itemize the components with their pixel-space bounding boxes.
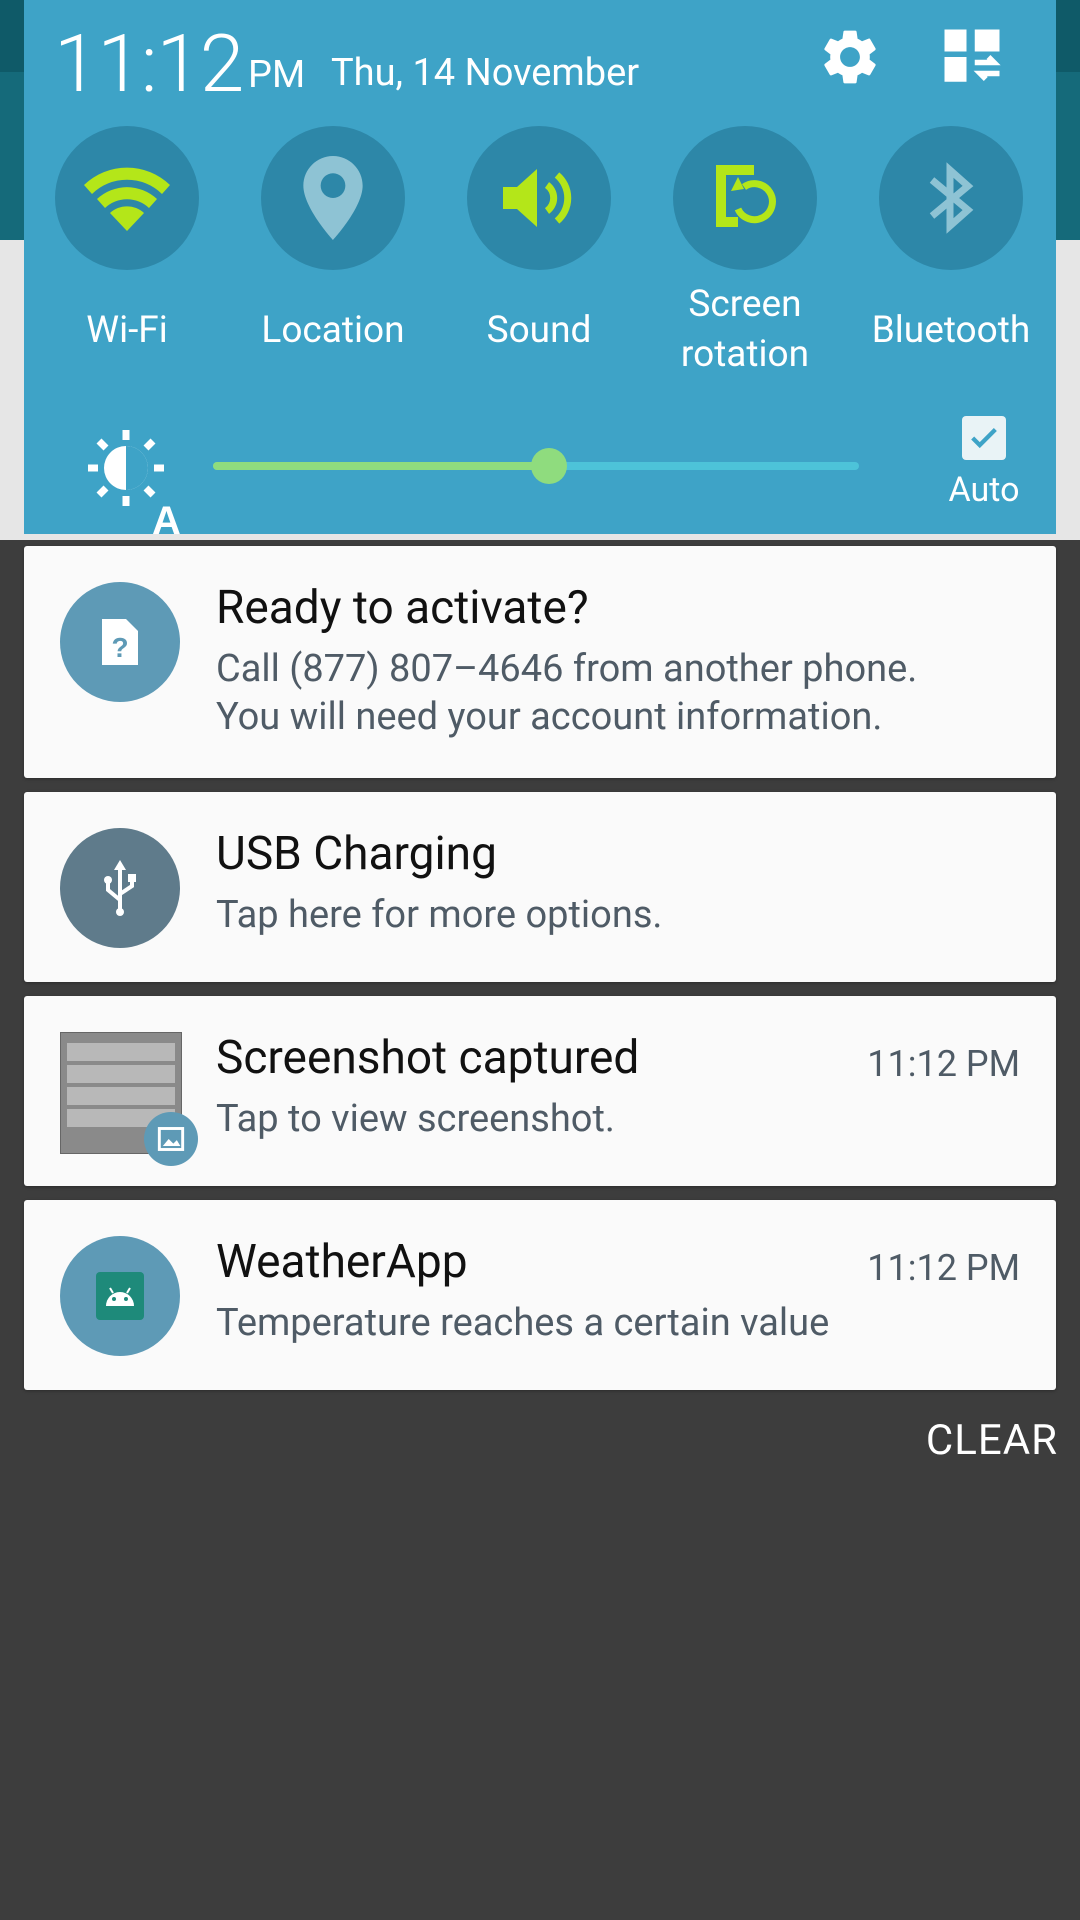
auto-brightness-icon: A (84, 428, 194, 543)
auto-label: Auto (948, 470, 1020, 510)
usb-icon (104, 860, 136, 916)
thumbnail-row (67, 1087, 175, 1105)
brightness-fill (213, 462, 549, 470)
settings-button[interactable] (805, 12, 895, 102)
notification-text: Temperature reaches a certain value (216, 1301, 830, 1345)
toggle-bluetooth-label: Bluetooth (871, 309, 1031, 352)
gallery-badge (144, 1112, 198, 1166)
notification-screenshot[interactable]: Screenshot captured Tap to view screensh… (24, 996, 1056, 1186)
notification-text: Tap to view screenshot. (216, 1097, 615, 1141)
android-icon (106, 1287, 134, 1306)
notification-time: 11:12 PM (867, 1043, 1020, 1085)
toggle-wifi-circle (55, 126, 199, 270)
toggle-location[interactable]: Location (230, 126, 436, 356)
toggle-screen-rotation[interactable]: Screen rotation (642, 126, 848, 380)
notification-title: Screenshot captured (216, 1031, 640, 1085)
bluetooth-icon (929, 162, 974, 234)
toggle-wifi[interactable]: Wi-Fi (24, 126, 230, 356)
auto-checkbox-box[interactable] (962, 416, 1006, 460)
auto-brightness-checkbox[interactable]: Auto (924, 416, 1044, 510)
notification-time: 11:12 PM (867, 1247, 1020, 1289)
notification-title: WeatherApp (216, 1235, 468, 1289)
notification-weather-avatar (60, 1236, 180, 1356)
svg-text:?: ? (111, 632, 128, 663)
notification-usb[interactable]: USB Charging Tap here for more options. (24, 792, 1056, 982)
brightness-slider[interactable] (213, 448, 859, 484)
notification-text: Tap here for more options. (216, 893, 663, 937)
sim-question-icon: ? (102, 619, 138, 665)
gear-icon (824, 30, 876, 84)
toggle-location-circle (261, 126, 405, 270)
location-pin-icon (303, 156, 363, 240)
notification-text: Call (877) 807–4646 from another phone. (216, 647, 918, 691)
wifi-icon (84, 167, 170, 231)
toggle-rotation-circle (673, 126, 817, 270)
toggle-sound[interactable]: Sound (436, 126, 642, 356)
notification-title: USB Charging (216, 827, 497, 881)
gallery-icon (157, 1127, 185, 1151)
notification-text-2: You will need your account information. (216, 695, 883, 739)
clock-date: Thu, 14 November (331, 51, 640, 95)
thumbnail-row (67, 1043, 175, 1061)
notification-activate[interactable]: ? Ready to activate? Call (877) 807–4646… (24, 546, 1056, 778)
toggle-wifi-label: Wi-Fi (86, 309, 168, 352)
notification-title: Ready to activate? (216, 581, 589, 635)
volume-icon (503, 169, 572, 227)
notification-usb-avatar (60, 828, 180, 948)
notification-activate-avatar: ? (60, 582, 180, 702)
toggle-sound-circle (467, 126, 611, 270)
grid-swap-icon (944, 29, 1001, 82)
checkmark-icon (971, 427, 997, 449)
toggle-rotation-label-2: rotation (680, 333, 810, 376)
toggle-bluetooth[interactable]: Bluetooth (848, 126, 1054, 356)
quick-settings-panel: 11:12 PM Thu, 14 November Wi-Fi Location… (24, 0, 1056, 543)
edit-tiles-button[interactable] (927, 12, 1017, 102)
svg-text:A: A (152, 499, 181, 538)
thumbnail-row (67, 1065, 175, 1083)
clock-time: 11:12 (54, 17, 244, 111)
clear-all-button[interactable]: CLEAR (926, 1414, 1058, 1468)
app-icon-tile (96, 1272, 144, 1320)
toggle-bluetooth-circle (879, 126, 1023, 270)
toggle-location-label: Location (261, 309, 405, 352)
screen-rotation-icon (716, 165, 776, 227)
brightness-thumb[interactable] (530, 448, 567, 484)
notification-weather[interactable]: WeatherApp Temperature reaches a certain… (24, 1200, 1056, 1390)
clock-ampm: PM (248, 53, 306, 97)
toggle-rotation-label-1: Screen (688, 283, 802, 326)
toggle-sound-label: Sound (486, 309, 592, 352)
